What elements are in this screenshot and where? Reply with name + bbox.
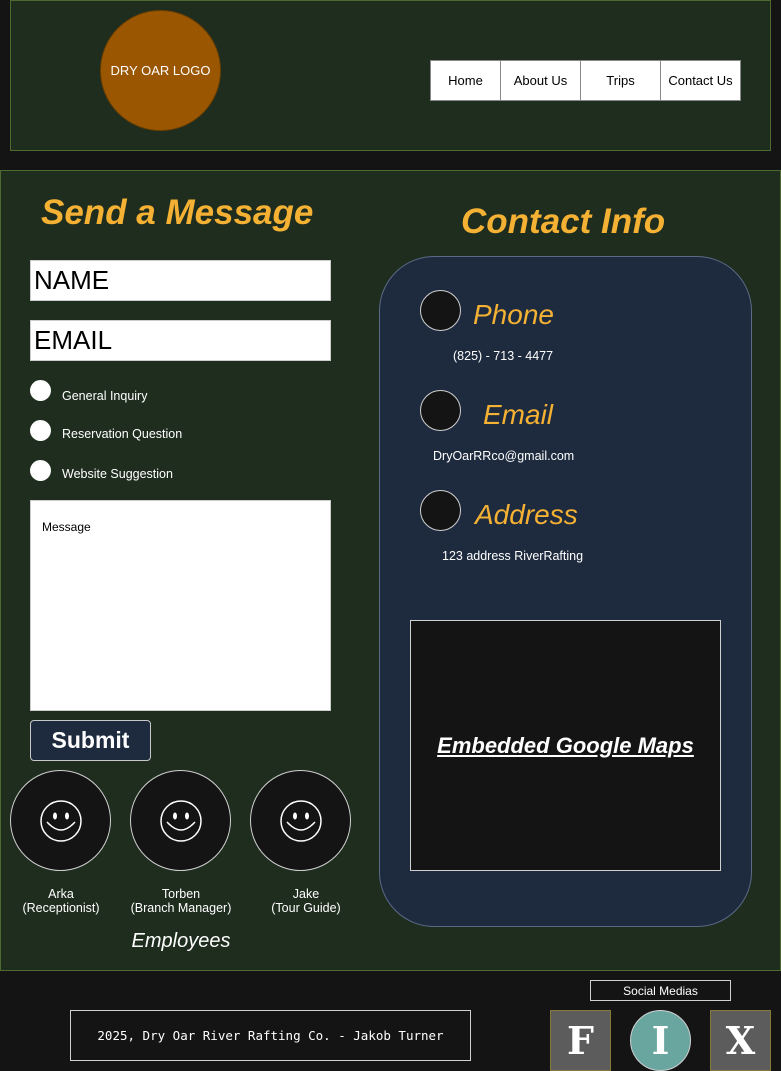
address-value: 123 address RiverRafting	[442, 549, 584, 563]
copyright-text: 2025, Dry Oar River Rafting Co. - Jakob …	[97, 1028, 444, 1043]
radio-label-general-inquiry: General Inquiry	[62, 389, 148, 403]
smiley-icon	[159, 799, 202, 842]
name-input[interactable]: NAME	[30, 260, 331, 301]
address-icon	[420, 490, 461, 531]
logo[interactable]: DRY OAR LOGO	[100, 10, 221, 131]
email-label: Email	[483, 399, 554, 430]
nav-trips[interactable]: Trips	[580, 60, 661, 101]
nav-about-us[interactable]: About Us	[500, 60, 581, 101]
facebook-icon[interactable]: F	[550, 1010, 611, 1071]
employee-role: (Tour Guide)	[271, 901, 341, 915]
radio-general-inquiry[interactable]	[30, 380, 51, 401]
employee-role: (Branch Manager)	[130, 901, 232, 915]
nav-home[interactable]: Home	[430, 60, 501, 101]
email-value[interactable]: DryOarRRco@gmail.com	[433, 449, 574, 463]
email-input[interactable]: EMAIL	[30, 320, 331, 361]
contact-info-title: Contact Info	[461, 202, 666, 241]
address-label: Address	[475, 499, 578, 530]
message-textarea[interactable]: Message	[30, 500, 331, 711]
social-medias-title: Social Medias	[590, 980, 731, 1001]
map-embed[interactable]: Embedded Google Maps	[410, 620, 721, 871]
nav-bar: Home About Us Trips Contact Us	[430, 60, 741, 101]
x-icon[interactable]: X	[710, 1010, 771, 1071]
map-label: Embedded Google Maps	[437, 732, 694, 758]
copyright-box: 2025, Dry Oar River Rafting Co. - Jakob …	[70, 1010, 471, 1061]
phone-value: (825) - 713 - 4477	[453, 349, 554, 363]
submit-button[interactable]: Submit	[30, 720, 151, 761]
employee-caption-torben: Torben (Branch Manager)	[111, 887, 251, 915]
employee-avatar-torben	[130, 770, 231, 871]
phone-icon	[420, 290, 461, 331]
send-message-title: Send a Message	[41, 193, 314, 232]
radio-label-website-suggestion: Website Suggestion	[62, 467, 173, 481]
phone-label: Phone	[473, 299, 554, 330]
radio-website-suggestion[interactable]	[30, 460, 51, 481]
employees-title: Employees	[131, 930, 231, 952]
nav-contact-us[interactable]: Contact Us	[660, 60, 741, 101]
employee-name: Jake	[292, 887, 320, 901]
employee-avatar-jake	[250, 770, 351, 871]
employee-avatar-arka	[10, 770, 111, 871]
smiley-icon	[39, 799, 82, 842]
radio-reservation-question[interactable]	[30, 420, 51, 441]
instagram-icon[interactable]: I	[630, 1010, 691, 1071]
email-icon	[420, 390, 461, 431]
employee-caption-jake: Jake (Tour Guide)	[236, 887, 376, 915]
smiley-icon	[279, 799, 322, 842]
employee-name: Torben	[161, 887, 201, 901]
logo-text: DRY OAR LOGO	[110, 63, 211, 78]
message-placeholder: Message	[42, 520, 91, 534]
radio-label-reservation-question: Reservation Question	[62, 427, 183, 441]
